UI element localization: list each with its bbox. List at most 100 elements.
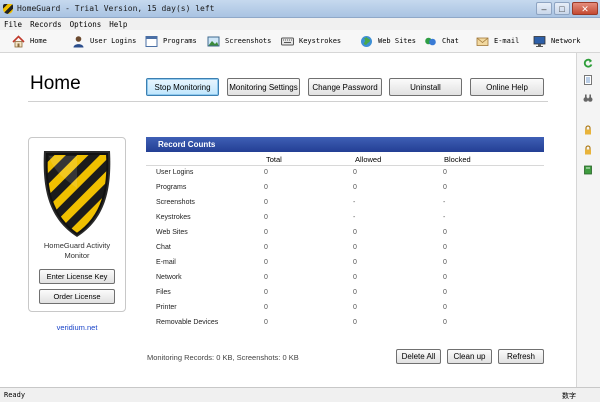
- row-blocked: -: [443, 214, 446, 221]
- row-total: 0: [264, 304, 268, 311]
- status-text: Ready: [4, 391, 26, 399]
- delete-all-button[interactable]: Delete All: [396, 349, 441, 364]
- order-license-button[interactable]: Order License: [39, 289, 115, 304]
- row-blocked: -: [443, 199, 446, 206]
- minimize-button[interactable]: –: [536, 2, 552, 15]
- table-row: Keystrokes 0 - -: [146, 211, 544, 226]
- row-allowed: 0: [353, 184, 357, 191]
- row-label: Web Sites: [156, 229, 188, 236]
- stop-monitoring-button[interactable]: Stop Monitoring: [146, 78, 219, 96]
- table-row: Screenshots 0 - -: [146, 196, 544, 211]
- row-allowed: 0: [353, 274, 357, 281]
- row-blocked: 0: [443, 274, 447, 281]
- toolbar-keystrokes[interactable]: Keystrokes: [281, 33, 341, 49]
- monitoring-settings-button[interactable]: Monitoring Settings: [227, 78, 300, 96]
- row-allowed: 0: [353, 229, 357, 236]
- row-label: Files: [156, 289, 171, 296]
- enter-license-key-button[interactable]: Enter License Key: [39, 269, 115, 284]
- row-blocked: 0: [443, 259, 447, 266]
- record-counts-header: Record Counts: [146, 137, 544, 152]
- window-controls: – □ ✕: [536, 2, 598, 15]
- menu-help[interactable]: Help: [109, 20, 127, 29]
- row-blocked: 0: [443, 244, 447, 251]
- row-label: Screenshots: [156, 199, 195, 206]
- lock-icon[interactable]: [583, 125, 593, 135]
- toolbar-label: Programs: [163, 37, 197, 45]
- table-row: User Logins 0 0 0: [146, 166, 544, 181]
- refresh-button[interactable]: Refresh: [498, 349, 544, 364]
- toolbar-label: Chat: [442, 37, 459, 45]
- row-total: 0: [264, 199, 268, 206]
- row-total: 0: [264, 214, 268, 221]
- monitor-icon: [533, 35, 546, 48]
- table-row: Printer 0 0 0: [146, 301, 544, 316]
- row-allowed: -: [353, 199, 356, 206]
- page-title: Home: [30, 73, 81, 94]
- table-row: Web Sites 0 0 0: [146, 226, 544, 241]
- row-label: Network: [156, 274, 182, 281]
- row-allowed: 0: [353, 169, 357, 176]
- row-label: Removable Devices: [156, 319, 219, 326]
- binoculars-icon[interactable]: [583, 93, 593, 103]
- book-icon[interactable]: [583, 165, 593, 175]
- menu-file[interactable]: File: [4, 20, 22, 29]
- column-header-allowed: Allowed: [355, 155, 382, 164]
- table-row: Network 0 0 0: [146, 271, 544, 286]
- menu-bar: File Records Options Help: [0, 18, 600, 30]
- product-name-line1: HomeGuard Activity: [43, 241, 111, 250]
- status-bar: Ready 数字: [0, 387, 600, 402]
- row-label: Programs: [156, 184, 187, 191]
- table-row: Removable Devices 0 0 0: [146, 316, 544, 331]
- row-total: 0: [264, 169, 268, 176]
- toolbar-user-logins[interactable]: User Logins: [72, 33, 136, 49]
- lock-icon[interactable]: [583, 145, 593, 155]
- page-icon[interactable]: [583, 75, 593, 85]
- toolbar-home[interactable]: Home: [12, 33, 47, 49]
- title-divider: [28, 101, 548, 102]
- side-toolbar: [576, 53, 600, 387]
- status-indicator: 数字: [562, 393, 576, 400]
- picture-icon: [207, 35, 220, 48]
- row-allowed: 0: [353, 319, 357, 326]
- shield-logo-icon: [43, 151, 111, 237]
- refresh-arrow-icon[interactable]: [583, 58, 593, 68]
- row-label: User Logins: [156, 169, 194, 176]
- table-row: Chat 0 0 0: [146, 241, 544, 256]
- row-total: 0: [264, 319, 268, 326]
- toolbar-screenshots[interactable]: Screenshots: [207, 33, 271, 49]
- table-row: Programs 0 0 0: [146, 181, 544, 196]
- toolbar-web-sites[interactable]: Web Sites: [360, 33, 416, 49]
- toolbar-label: Keystrokes: [299, 37, 342, 45]
- close-button[interactable]: ✕: [572, 2, 598, 15]
- toolbar-network[interactable]: Network: [533, 33, 581, 49]
- product-name-line2: Monitor: [64, 251, 90, 260]
- main-content: Home Stop Monitoring Monitoring Settings…: [0, 53, 576, 387]
- row-total: 0: [264, 229, 268, 236]
- row-total: 0: [264, 244, 268, 251]
- uninstall-button[interactable]: Uninstall: [389, 78, 462, 96]
- toolbar: Home User Logins Programs Screenshots Ke…: [0, 30, 600, 53]
- row-allowed: 0: [353, 244, 357, 251]
- row-label: Keystrokes: [156, 214, 191, 221]
- clean-up-button[interactable]: Clean up: [447, 349, 492, 364]
- row-total: 0: [264, 274, 268, 281]
- maximize-button[interactable]: □: [554, 2, 570, 15]
- toolbar-programs[interactable]: Programs: [145, 33, 197, 49]
- toolbar-email[interactable]: E-mail: [476, 33, 519, 49]
- row-allowed: 0: [353, 304, 357, 311]
- vendor-link[interactable]: veridium.net: [28, 323, 126, 332]
- menu-options[interactable]: Options: [70, 20, 102, 29]
- keyboard-icon: [281, 35, 294, 48]
- user-icon: [72, 35, 85, 48]
- chat-icon: [424, 35, 437, 48]
- toolbar-label: Screenshots: [225, 37, 272, 45]
- row-blocked: 0: [443, 319, 447, 326]
- row-allowed: -: [353, 214, 356, 221]
- row-total: 0: [264, 289, 268, 296]
- change-password-button[interactable]: Change Password: [308, 78, 382, 96]
- menu-records[interactable]: Records: [30, 20, 62, 29]
- row-allowed: 0: [353, 259, 357, 266]
- toolbar-chat[interactable]: Chat: [424, 33, 459, 49]
- toolbar-label: Web Sites: [378, 37, 416, 45]
- online-help-button[interactable]: Online Help: [470, 78, 544, 96]
